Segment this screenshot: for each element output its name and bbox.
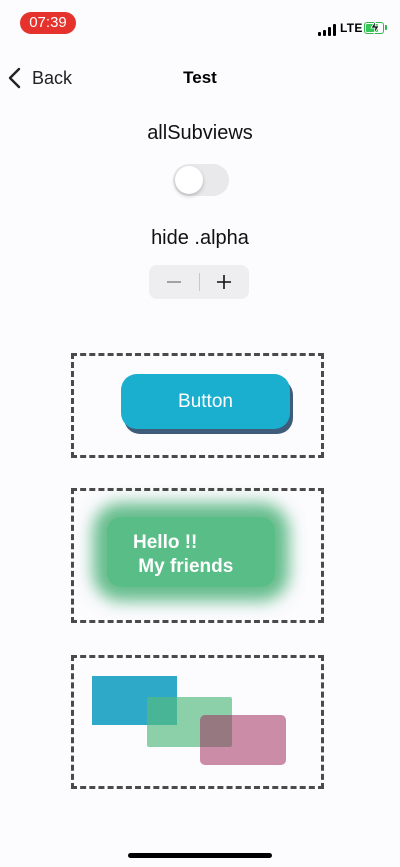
minus-icon	[167, 281, 181, 283]
all-subviews-toggle[interactable]	[173, 164, 229, 196]
network-type: LTE	[340, 21, 363, 35]
status-time: 07:39	[20, 12, 76, 34]
alpha-stepper[interactable]	[149, 265, 249, 299]
plus-icon	[217, 275, 231, 289]
demo-button[interactable]: Button	[121, 374, 290, 429]
home-indicator[interactable]	[128, 853, 272, 858]
charging-bolt-icon	[370, 19, 380, 35]
status-bar: 07:39 LTE	[0, 0, 400, 48]
glow-card-text: Hello !! My friends	[133, 531, 233, 579]
overlap-demo-container	[71, 655, 324, 789]
page-title: Test	[183, 68, 217, 87]
pink-rectangle	[200, 715, 286, 765]
glow-line-2: My friends	[133, 556, 234, 577]
toggle-label: allSubviews	[147, 122, 253, 144]
navigation-bar: Back Test	[0, 56, 400, 100]
stepper-minus-button[interactable]	[149, 265, 199, 299]
glow-line-1: Hello !!	[133, 532, 198, 553]
stepper-plus-button[interactable]	[199, 265, 249, 299]
button-demo-container: Button	[71, 353, 324, 458]
stepper-label: hide .alpha	[151, 227, 249, 249]
toggle-knob	[175, 166, 203, 194]
cellular-signal-icon	[318, 24, 338, 36]
